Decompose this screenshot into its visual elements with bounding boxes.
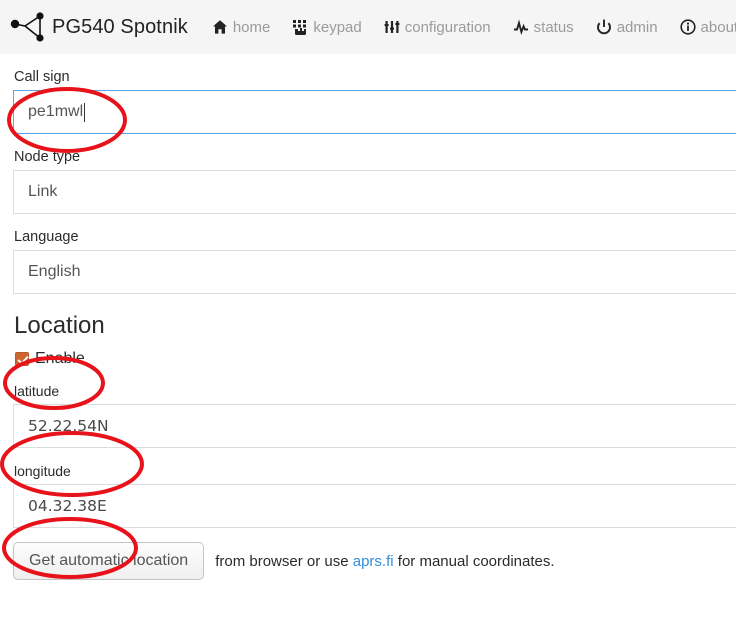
longitude-input[interactable]: 04.32.38E: [13, 484, 736, 528]
latitude-input[interactable]: 52.22.54N: [13, 404, 736, 448]
location-hint-before: from browser or use: [215, 553, 348, 570]
callsign-value: pe1mwl: [28, 103, 83, 121]
keypad-hand-icon: [292, 19, 308, 35]
text-caret: [84, 103, 85, 122]
sliders-icon: [384, 19, 400, 35]
brand[interactable]: PG540 Spotnik: [10, 12, 188, 42]
nav-item-about[interactable]: about: [680, 19, 736, 36]
house-icon: [212, 19, 228, 35]
info-circle-icon: [680, 19, 696, 35]
activity-pulse-icon: [513, 19, 529, 35]
nav-links: home keypad: [212, 19, 736, 36]
nav-item-keypad[interactable]: keypad: [292, 19, 361, 36]
nav-item-admin[interactable]: admin: [596, 19, 658, 36]
nav-item-status[interactable]: status: [513, 19, 574, 36]
language-label: Language: [14, 228, 736, 246]
longitude-value: 04.32.38E: [28, 497, 107, 515]
nav-item-configuration[interactable]: configuration: [384, 19, 491, 36]
latitude-label: latitude: [14, 382, 736, 400]
location-enable-checkbox[interactable]: [15, 352, 29, 366]
callsign-label: Call sign: [14, 68, 736, 86]
language-value: English: [28, 263, 80, 281]
network-node-icon: [10, 12, 44, 42]
navbar: PG540 Spotnik home keypad: [0, 0, 736, 54]
location-footer-row: Get automatic location from browser or u…: [13, 542, 736, 580]
location-hint-after: for manual coordinates.: [398, 553, 555, 570]
nav-label-home: home: [233, 19, 271, 36]
power-icon: [596, 19, 612, 35]
location-hint: from browser or use aprs.fi for manual c…: [215, 553, 554, 570]
node-type-value: Link: [28, 183, 57, 201]
nav-label-admin: admin: [617, 19, 658, 36]
node-type-select[interactable]: Link: [13, 170, 736, 214]
language-select[interactable]: English: [13, 250, 736, 294]
brand-title: PG540 Spotnik: [52, 16, 188, 39]
location-enable-label[interactable]: Enable: [35, 350, 85, 368]
latitude-value: 52.22.54N: [28, 417, 109, 435]
get-automatic-location-button[interactable]: Get automatic location: [13, 542, 204, 580]
location-enable-row[interactable]: Enable: [15, 350, 101, 368]
aprs-fi-link[interactable]: aprs.fi: [353, 553, 394, 570]
nav-item-home[interactable]: home: [212, 19, 271, 36]
nav-label-keypad: keypad: [313, 19, 361, 36]
longitude-label: longitude: [14, 462, 736, 480]
callsign-input[interactable]: pe1mwl: [13, 90, 736, 134]
settings-form: Call sign pe1mwl Node type Link Language…: [0, 54, 736, 580]
nav-label-configuration: configuration: [405, 19, 491, 36]
node-type-label: Node type: [14, 148, 736, 166]
location-section-title: Location: [14, 312, 736, 340]
nav-label-status: status: [534, 19, 574, 36]
nav-label-about: about: [701, 19, 736, 36]
